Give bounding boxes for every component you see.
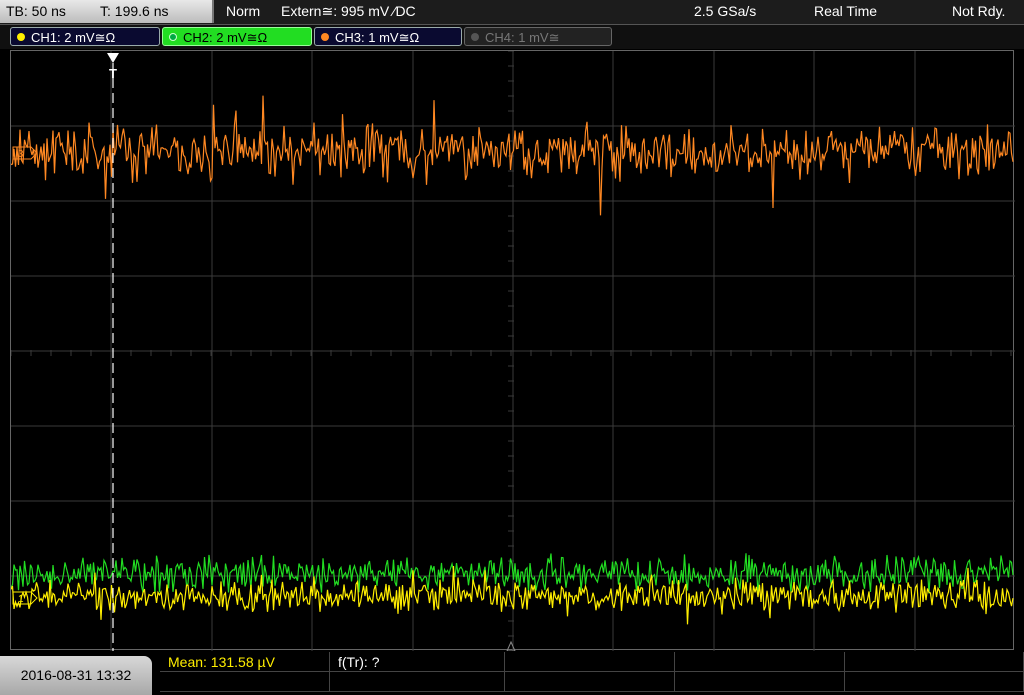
measurement-slot-5[interactable] [845,652,1024,672]
run-status[interactable]: Not Rdy. [952,0,1005,23]
trigger-mode[interactable]: Norm [226,0,260,23]
trigger-marker[interactable]: T [109,66,117,81]
measurement-bar: Mean: 131.58 µV f(Tr): ? [160,652,1024,695]
status-bar: TB: 50 ns T: 199.6 ns Norm Extern≅: 995 … [0,0,1024,25]
acquisition-mode[interactable]: Real Time [814,0,877,23]
datetime-label: 2016-08-31 13:32 [20,667,132,683]
trigger-time-label: T: 199.6 ns [100,3,169,19]
channel-1-button[interactable]: CH1: 2 mV≅Ω [10,27,160,46]
channel-1-marker-label: 1 [18,594,24,605]
measurement-trigger-frequency[interactable]: f(Tr): ? [330,652,505,672]
graticule [11,51,1015,651]
waveform-display[interactable]: T 3 1 [10,50,1015,651]
channel-3-button[interactable]: CH3: 1 mV≅Ω [314,27,462,46]
channel-1-label: CH1: 2 mV≅Ω [31,30,116,45]
measurement-mean[interactable]: Mean: 131.58 µV [160,652,330,672]
measurement-slot-10[interactable] [845,672,1024,692]
horizontal-position-icon [506,640,516,651]
channel-3-marker-label: 3 [18,149,24,160]
datetime-box: 2016-08-31 13:32 [0,656,152,695]
measurement-slot-3[interactable] [505,652,675,672]
timebase-box[interactable]: TB: 50 ns T: 199.6 ns [0,0,214,23]
channel-2-indicator-icon [169,33,177,41]
waveform-canvas: T 3 1 [11,51,1015,651]
trigger-arrow-icon[interactable] [107,53,119,63]
measurement-slot-6[interactable] [160,672,330,692]
channel-bar: CH1: 2 mV≅Ω CH2: 2 mV≅Ω CH3: 1 mV≅Ω CH4:… [0,25,1024,49]
channel-2-button[interactable]: CH2: 2 mV≅Ω [162,27,312,46]
channel-3-indicator-icon [321,33,329,41]
channel-3-label: CH3: 1 mV≅Ω [335,30,420,45]
measurement-slot-9[interactable] [675,672,845,692]
channel-2-label: CH2: 2 mV≅Ω [183,30,268,45]
channel-2-trace [11,553,1014,595]
trigger-source[interactable]: Extern≅: 995 mV ⁄DC [281,0,416,23]
channel-4-label: CH4: 1 mV≅ [485,30,560,45]
measurement-slot-8[interactable] [505,672,675,692]
measurement-slot-4[interactable] [675,652,845,672]
channel-1-indicator-icon [17,33,25,41]
channel-4-button[interactable]: CH4: 1 mV≅ [464,27,612,46]
sample-rate[interactable]: 2.5 GSa/s [694,0,756,23]
channel-4-indicator-icon [471,33,479,41]
measurement-slot-7[interactable] [330,672,505,692]
channel-3-trace [11,95,1014,216]
timebase-label: TB: 50 ns [6,3,66,19]
